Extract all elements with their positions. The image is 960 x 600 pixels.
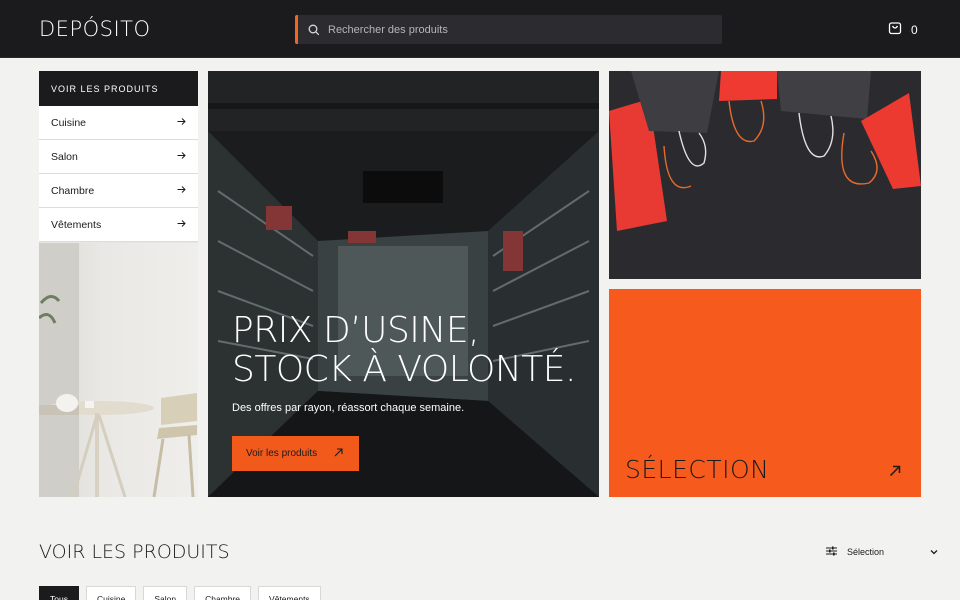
- arrow-right-icon: [177, 185, 186, 197]
- hero-subtitle: Des offres par rayon, réassort chaque se…: [232, 402, 465, 414]
- view-products-button[interactable]: Voir les produits: [232, 436, 359, 471]
- hero-banner: PRIX D’USINE, STOCK À VOLONTÉ. Des offre…: [208, 71, 599, 497]
- selection-tile[interactable]: SÉLECTION: [609, 289, 921, 497]
- tab-vetements[interactable]: Vêtements: [258, 586, 321, 600]
- search-input[interactable]: [328, 23, 708, 36]
- arrow-up-right-icon: [889, 464, 901, 482]
- category-item-label: Chambre: [51, 184, 95, 197]
- site-header: DEPÓSITO 0: [0, 0, 960, 58]
- search-icon: [308, 23, 322, 37]
- cart-button[interactable]: 0: [888, 21, 918, 38]
- search-bar[interactable]: [295, 15, 722, 44]
- shopping-bags-photo: [609, 71, 921, 279]
- category-item-cuisine[interactable]: Cuisine: [39, 106, 198, 140]
- category-item-label: Vêtements: [51, 218, 102, 231]
- tab-chambre[interactable]: Chambre: [194, 586, 252, 600]
- tab-tous[interactable]: Tous: [39, 586, 79, 600]
- sort-select-value: Sélection: [847, 547, 885, 557]
- tab-salon[interactable]: Salon: [143, 586, 188, 600]
- supermarket-photo: [208, 71, 599, 497]
- shopping-bags-tile[interactable]: [609, 71, 921, 279]
- category-filter-tabs: Tous Cuisine Salon Chambre Vêtements: [39, 586, 321, 600]
- category-menu-heading: VOIR LES PRODUITS: [39, 71, 198, 106]
- category-menu: VOIR LES PRODUITS Cuisine Salon Chambre …: [39, 71, 198, 497]
- sort-select[interactable]: Sélection: [826, 546, 938, 558]
- sliders-icon: [826, 546, 837, 558]
- cart-count: 0: [911, 22, 918, 37]
- tab-cuisine[interactable]: Cuisine: [85, 586, 137, 600]
- category-item-vetements[interactable]: Vêtements: [39, 208, 198, 242]
- arrow-right-icon: [177, 117, 186, 129]
- category-item-label: Cuisine: [51, 116, 87, 129]
- cart-icon: [888, 21, 902, 38]
- interior-photo: [39, 243, 198, 497]
- selection-tile-label: SÉLECTION: [625, 455, 770, 484]
- arrow-up-right-icon: [334, 447, 343, 460]
- products-section-title: VOIR LES PRODUITS: [39, 541, 230, 563]
- category-item-chambre[interactable]: Chambre: [39, 174, 198, 208]
- category-item-salon[interactable]: Salon: [39, 140, 198, 174]
- logo[interactable]: DEPÓSITO: [39, 17, 151, 41]
- arrow-right-icon: [177, 219, 186, 231]
- chevron-down-icon: [930, 547, 938, 557]
- category-item-label: Salon: [51, 150, 78, 163]
- view-products-button-label: Voir les produits: [246, 448, 318, 459]
- hero-title: PRIX D’USINE, STOCK À VOLONTÉ.: [232, 310, 576, 390]
- arrow-right-icon: [177, 151, 186, 163]
